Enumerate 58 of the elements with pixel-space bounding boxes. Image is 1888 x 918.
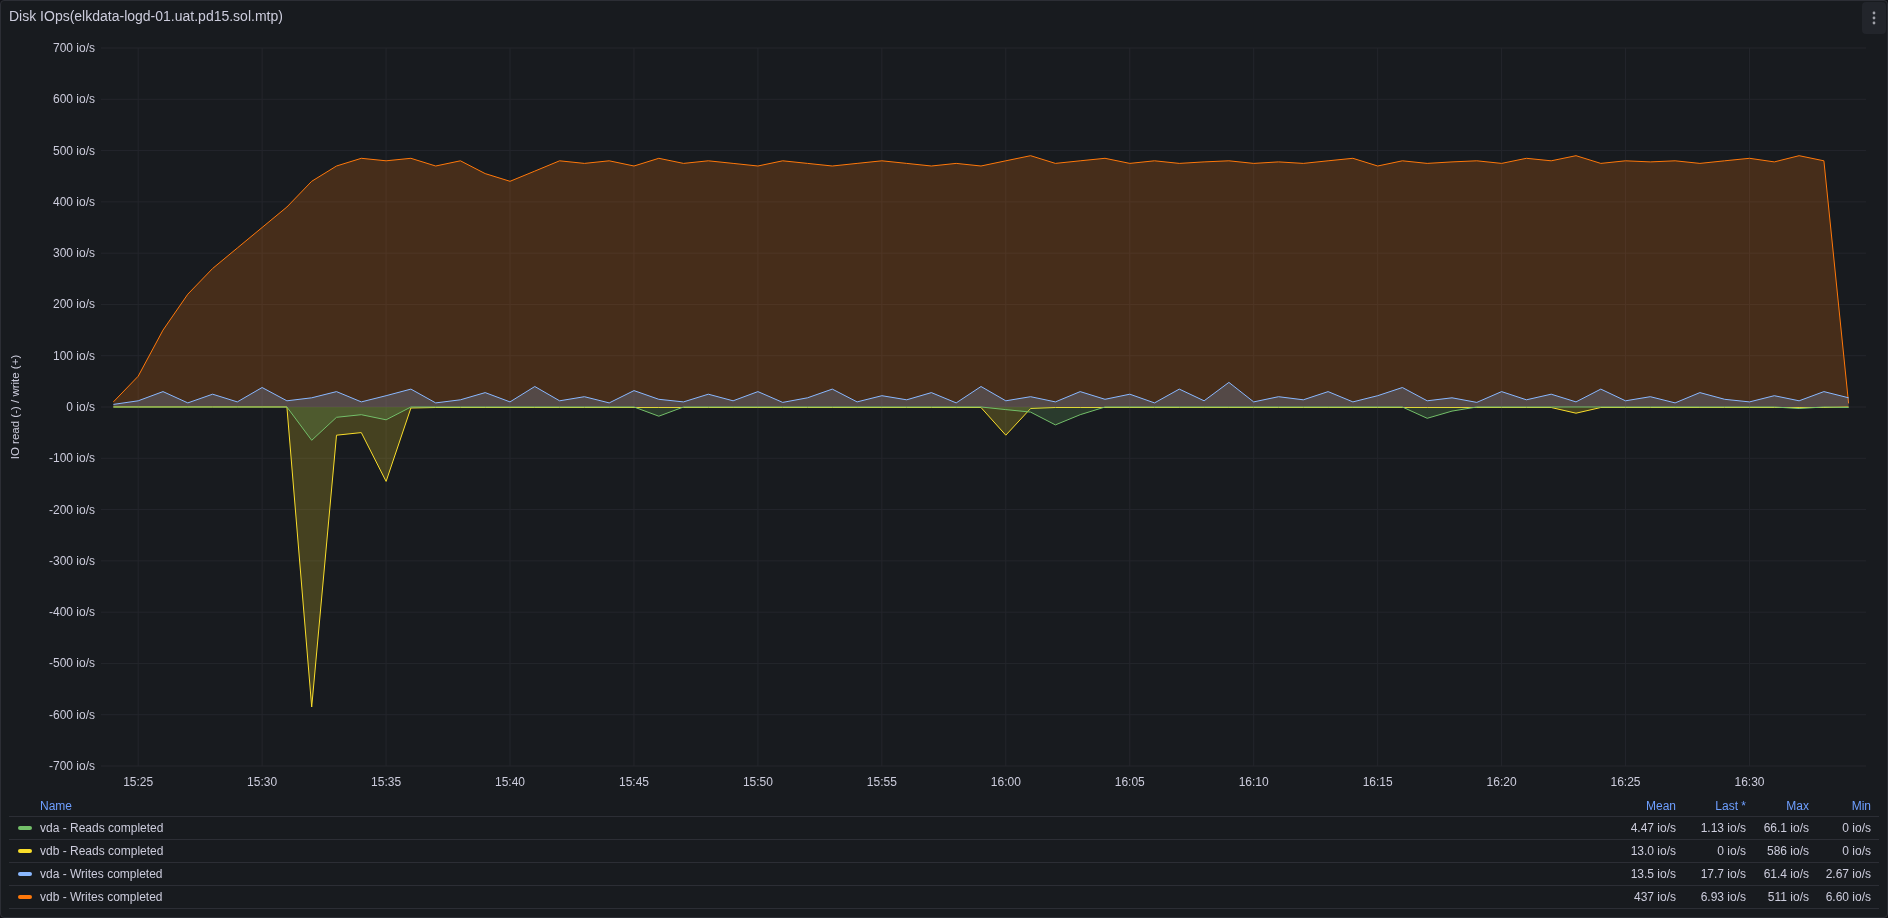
y-axis-label: 600 io/s	[52, 92, 95, 107]
x-axis-label: 15:40	[495, 775, 526, 789]
y-axis-label: 400 io/s	[52, 194, 95, 209]
table-cell-text: 13.0 io/s	[1629, 843, 1676, 860]
y-axis-label: 100 io/s	[52, 348, 95, 363]
table-cell-text: 6.60 io/s	[1824, 889, 1871, 906]
x-axis-label: 16:05	[1114, 775, 1145, 789]
y-axis-label: 700 io/s	[52, 41, 95, 55]
x-axis-label: 16:15	[1362, 775, 1393, 789]
x-axis-label: 15:35	[371, 775, 402, 789]
table-cell-text: 66.1 io/s	[1762, 820, 1809, 837]
x-axis-label: 16:10	[1238, 775, 1269, 789]
y-axis-label: -500 io/s	[48, 656, 95, 671]
x-axis-label: 15:25	[123, 775, 154, 789]
y-axis-label: -200 io/s	[48, 502, 95, 517]
table-cell-text: 0 io/s	[1841, 820, 1871, 837]
menu-button[interactable]	[1862, 2, 1886, 34]
table-cell-text: 61.4 io/s	[1762, 866, 1809, 883]
table-cell-text: 1.13 io/s	[1699, 820, 1746, 837]
series-name[interactable]: vda - Reads completed	[40, 819, 164, 837]
y-axis-label: 300 io/s	[52, 246, 95, 261]
column-header[interactable]: Mean	[1586, 796, 1676, 815]
x-axis-label: 15:50	[742, 775, 773, 789]
table-cell-text: 586 io/s	[1765, 843, 1809, 860]
column-header[interactable]: Name	[9, 796, 1586, 815]
y-axis-label: -600 io/s	[48, 707, 95, 722]
table-cell-text: 511 io/s	[1766, 889, 1809, 906]
panel-title: Disk IOps(elkdata-logd-01.uat.pd15.sol.mtp)	[9, 7, 283, 26]
series-name[interactable]: vdb - Reads completed	[40, 842, 164, 860]
y-axis-label: 200 io/s	[52, 297, 95, 312]
table-cell-text: 0 io/s	[1841, 843, 1871, 860]
table-cell-text: 4.47 io/s	[1629, 820, 1676, 837]
y-axis-label: -300 io/s	[48, 553, 95, 568]
y-axis-label: -400 io/s	[48, 605, 95, 620]
x-axis-label: 16:20	[1486, 775, 1517, 789]
column-header[interactable]: Max	[1746, 796, 1809, 815]
table-cell-text: 17.7 io/s	[1699, 866, 1746, 883]
table-cell-text: 6.93 io/s	[1699, 889, 1746, 906]
x-axis-label: 16:25	[1610, 775, 1641, 789]
x-axis-label: 15:55	[866, 775, 897, 789]
y-axis-title: IO read (-) / write (+)	[9, 354, 21, 460]
x-axis-label: 16:30	[1734, 775, 1765, 789]
x-axis-label: 15:45	[618, 775, 649, 789]
series-name[interactable]: vda - Writes completed	[40, 865, 163, 883]
more-icon	[1872, 11, 1876, 25]
column-header[interactable]: Min	[1809, 796, 1871, 815]
table-cell-text: 0 io/s	[1716, 843, 1746, 860]
y-axis-label: -100 io/s	[48, 451, 95, 466]
y-axis-label: -700 io/s	[48, 759, 95, 773]
y-axis-label: 500 io/s	[52, 143, 95, 158]
series-name[interactable]: vdb - Writes completed	[40, 888, 163, 906]
table-cell-text: 13.5 io/s	[1629, 866, 1676, 883]
table-cell-text: 2.67 io/s	[1824, 866, 1871, 883]
x-axis-label: 15:30	[247, 775, 278, 789]
column-header[interactable]: Last *	[1676, 796, 1746, 815]
table-cell-text: 437 io/s	[1632, 889, 1676, 906]
y-axis-label: 0 io/s	[66, 400, 95, 414]
x-axis-label: 16:00	[990, 775, 1021, 789]
